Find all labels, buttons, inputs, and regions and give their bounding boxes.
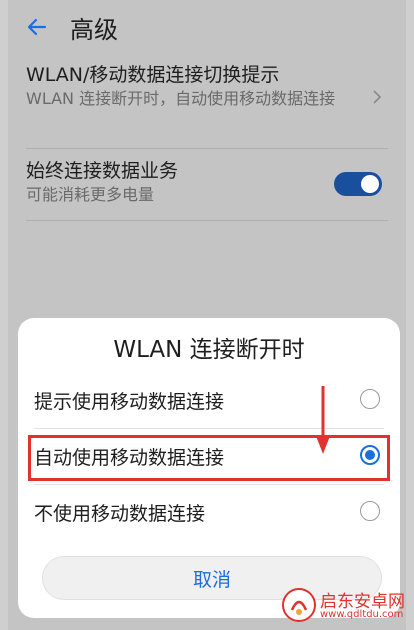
watermark: 启东安卓网 www.qdltdu.com bbox=[282, 586, 412, 630]
radio-button[interactable] bbox=[360, 501, 380, 521]
option-prompt-mobile-data[interactable]: 提示使用移动数据连接 bbox=[26, 376, 390, 424]
app-header: 高级 bbox=[8, 0, 406, 54]
divider bbox=[26, 148, 388, 149]
highlight-box bbox=[28, 435, 390, 481]
device-frame: 高级 WLAN/移动数据连接切换提示 WLAN 连接断开时，自动使用移动数据连接… bbox=[0, 0, 414, 630]
divider bbox=[26, 220, 388, 221]
page-title: 高级 bbox=[70, 16, 118, 44]
watermark-url: www.qdltdu.com bbox=[320, 609, 404, 620]
setting-wlan-switch-prompt[interactable]: WLAN/移动数据连接切换提示 WLAN 连接断开时，自动使用移动数据连接 bbox=[26, 62, 388, 109]
toggle-knob bbox=[361, 175, 379, 193]
setting-description: WLAN 连接断开时，自动使用移动数据连接 bbox=[26, 89, 336, 108]
watermark-logo-icon bbox=[282, 588, 316, 622]
always-on-data-toggle[interactable] bbox=[334, 172, 382, 196]
option-label: 提示使用移动数据连接 bbox=[34, 391, 225, 413]
back-arrow-icon bbox=[27, 18, 47, 36]
wlan-disconnect-dialog: WLAN 连接断开时 提示使用移动数据连接 自动使用移动数据连接 不使用移动数据… bbox=[18, 318, 400, 618]
option-no-mobile-data[interactable]: 不使用移动数据连接 bbox=[26, 488, 390, 536]
option-label: 不使用移动数据连接 bbox=[34, 503, 206, 525]
back-button[interactable] bbox=[22, 12, 52, 42]
radio-button[interactable] bbox=[360, 389, 380, 409]
chevron-right-icon bbox=[373, 90, 382, 104]
annotation-arrow-icon bbox=[316, 386, 330, 454]
dialog-title: WLAN 连接断开时 bbox=[113, 337, 305, 363]
settings-screen: 高级 WLAN/移动数据连接切换提示 WLAN 连接断开时，自动使用移动数据连接… bbox=[8, 0, 406, 630]
setting-title: WLAN/移动数据连接切换提示 bbox=[26, 64, 280, 86]
option-divider bbox=[34, 484, 384, 485]
